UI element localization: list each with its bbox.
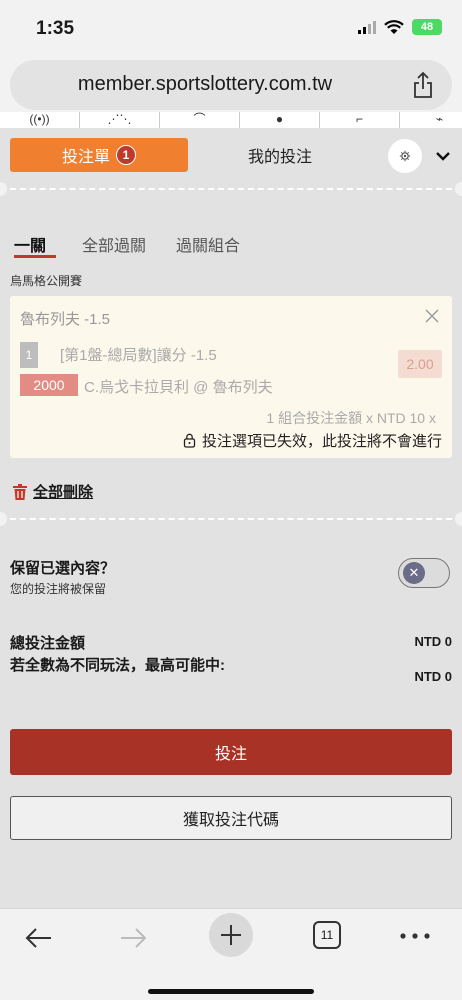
back-arrow-icon[interactable] — [24, 925, 54, 951]
divider — [0, 188, 462, 190]
keep-selection-subtitle: 您的投注將被保留 — [10, 582, 107, 596]
combo-info: 1 組合投注金額 x NTD 10 x — [266, 410, 436, 426]
settings-button[interactable] — [388, 139, 422, 173]
share-icon[interactable] — [412, 71, 434, 99]
toggle-off-icon: ✕ — [403, 562, 425, 584]
new-tab-button[interactable] — [209, 913, 253, 957]
battery-icon: 48 — [412, 19, 442, 35]
tab-count: 11 — [320, 928, 334, 942]
url-text[interactable]: member.sportslottery.com.tw — [10, 73, 400, 96]
close-icon[interactable] — [424, 308, 440, 324]
max-return-value: NTD 0 — [414, 669, 452, 684]
match-text: C.烏戈卡拉貝利 @ 魯布列夫 — [84, 379, 273, 396]
status-bar: 1:35 48 — [0, 0, 462, 58]
status-time: 1:35 — [36, 18, 75, 39]
more-icon[interactable] — [400, 933, 430, 939]
keep-selection-title: 保留已選內容？ — [10, 560, 116, 577]
bet-count-badge: 1 — [116, 145, 136, 165]
place-bet-label: 投注 — [214, 746, 247, 763]
home-indicator — [148, 989, 314, 994]
expired-notice-text: 投注選項已失效，此投注將不會進行 — [201, 433, 442, 450]
trash-icon — [13, 483, 27, 500]
address-bar[interactable]: member.sportslottery.com.tw — [10, 60, 452, 110]
lock-icon — [183, 433, 196, 448]
divider — [0, 518, 462, 520]
cellular-signal-icon — [358, 20, 376, 34]
place-bet-button[interactable]: 投注 — [10, 729, 452, 775]
stake-input[interactable]: 2000 — [20, 374, 78, 396]
subtab-parlay-combo[interactable]: 過關組合 — [176, 232, 240, 256]
tab-bet-slip-label: 投注單 — [61, 149, 110, 166]
subtab-all-parlay[interactable]: 全部過關 — [82, 232, 146, 256]
total-stake-value: NTD 0 — [414, 634, 452, 649]
delete-all-label: 全部刪除 — [33, 484, 94, 501]
plus-icon — [221, 925, 241, 945]
market-text: [第1盤-總局數]讓分 -1.5 — [60, 347, 217, 364]
expired-notice: 投注選項已失效，此投注將不會進行 — [183, 430, 442, 451]
subtab-single[interactable]: 一關 — [14, 232, 46, 256]
subtab-active-indicator — [14, 255, 56, 258]
leg-number: 1 — [20, 342, 38, 368]
bet-selection-title: 魯布列夫 -1.5 — [20, 311, 111, 328]
divider-notch — [455, 182, 462, 196]
tab-my-bets-label: 我的投注 — [247, 149, 312, 166]
odds-value: 2.00 — [398, 350, 442, 378]
tab-bet-slip[interactable]: 投注單 1 — [10, 138, 188, 172]
wifi-icon — [384, 19, 404, 34]
tab-my-bets[interactable]: 我的投注 — [190, 138, 370, 172]
gear-icon — [399, 150, 411, 162]
divider-notch — [455, 512, 462, 526]
total-stake-label: 總投注金額 — [10, 635, 86, 652]
browser-toolbar: 11 — [0, 908, 462, 1000]
forward-arrow-icon[interactable] — [118, 925, 148, 951]
delete-all-button[interactable]: 全部刪除 — [12, 481, 93, 502]
get-bet-code-button[interactable]: 獲取投注代碼 — [10, 796, 452, 840]
max-return-label: 若全數為不同玩法，最高可能中: — [10, 657, 225, 674]
bet-card: 魯布列夫 -1.5 1 [第1盤-總局數]讓分 -1.5 2.00 2000 C… — [10, 296, 452, 458]
league-name: 烏馬格公開賽 — [10, 274, 83, 288]
status-icons: 48 — [358, 19, 442, 35]
tabs-button[interactable]: 11 — [313, 921, 341, 949]
chevron-down-icon[interactable] — [434, 147, 452, 165]
get-bet-code-label: 獲取投注代碼 — [182, 812, 279, 829]
keep-selection-toggle[interactable]: ✕ — [398, 558, 450, 588]
